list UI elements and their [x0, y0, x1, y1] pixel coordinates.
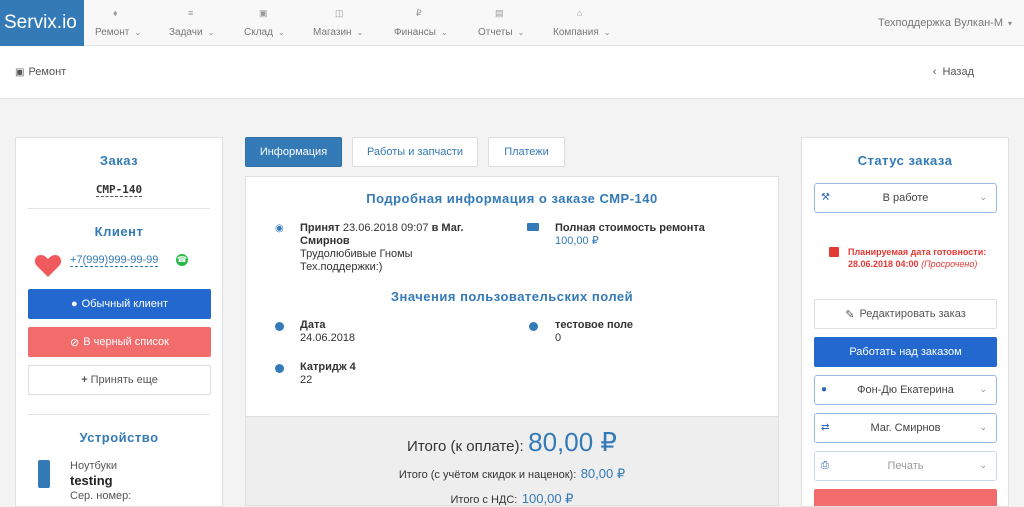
total-with-discounts: Итого (с учётом скидок и наценок): 80,00…: [398, 466, 626, 481]
custom-field-cartridge: Катридж 4 22: [300, 361, 356, 386]
accept-more-button[interactable]: + Принять еще: [28, 365, 211, 395]
client-phone-link[interactable]: +7(999)999-99-99: [70, 254, 159, 267]
serial-label: Сер. номер:: [70, 490, 132, 502]
print-select[interactable]: ⎙ Печать ⌄: [814, 451, 997, 481]
ban-icon: ⊘: [70, 336, 80, 349]
chart-icon: ▤: [495, 8, 504, 18]
heart-icon: [34, 254, 62, 278]
chevron-down-icon: ⌄: [134, 28, 142, 37]
chevron-down-icon: ⌄: [277, 28, 285, 37]
divider: [28, 208, 210, 209]
order-title: Заказ: [99, 153, 139, 168]
tab-payments[interactable]: Платежи: [488, 137, 565, 167]
blacklist-button[interactable]: ⊘ В черный список: [28, 327, 211, 357]
nav-tasks[interactable]: ≡ Задачи ⌄: [169, 0, 229, 46]
regular-client-button[interactable]: ● Обычный клиент: [28, 289, 211, 319]
support-menu[interactable]: Техподдержка Вулкан-М ▾: [878, 17, 1012, 29]
field-dot: [275, 322, 284, 331]
device-icon: [38, 460, 50, 488]
device-name: testing: [70, 473, 113, 488]
totals-section: Итого (к оплате): 80,00 ₽ Итого (с учёто…: [246, 416, 778, 505]
accepted-info: Принят 23.06.2018 09:07 в Маг. Смирнов Т…: [300, 222, 464, 273]
tag-icon: ♦: [113, 8, 118, 18]
order-status-panel: Статус заказа ⚒ В работе ⌄ Планируемая д…: [801, 137, 1009, 507]
total-payable: Итого (к оплате): 80,00 ₽: [407, 427, 617, 457]
ruble-icon: ₽: [416, 8, 422, 18]
order-client-panel: Заказ СМР-140 Клиент +7(999)999-99-99 ☎ …: [15, 137, 223, 507]
tab-info[interactable]: Информация: [245, 137, 342, 167]
order-info-panel: Подробная информация о заказе СМР-140 ◉ …: [245, 176, 779, 506]
home-icon: ⌂: [577, 8, 583, 18]
chevron-down-icon: ⌄: [979, 192, 987, 202]
total-with-vat: Итого с НДС: 100,00 ₽: [450, 491, 574, 506]
user-icon: ●: [821, 384, 828, 395]
repair-icon: ▣: [15, 67, 25, 78]
field-dot: [275, 364, 284, 373]
work-on-order-button[interactable]: Работать над заказом: [814, 337, 997, 367]
nav-company[interactable]: ⌂ Компания ⌄: [553, 0, 623, 46]
pencil-icon: ✎: [845, 308, 855, 321]
device-type: Ноутбуки: [70, 460, 117, 472]
transfer-icon: ⇄: [821, 422, 830, 433]
wrench-icon: ⚒: [821, 192, 830, 203]
cart-icon: ◫: [335, 8, 344, 18]
inbox-icon: ▣: [259, 8, 268, 18]
repair-cost: Полная стоимость ремонта 100,00 ₽: [555, 222, 705, 247]
location-pin-icon: ◉: [275, 223, 284, 234]
chevron-down-icon: ⌄: [979, 460, 987, 470]
nav-shop[interactable]: ◫ Магазин ⌄: [313, 0, 378, 46]
back-button[interactable]: ‹ Назад: [933, 66, 974, 78]
calendar-icon: [829, 247, 839, 257]
caret-down-icon: ▾: [1007, 19, 1012, 28]
chevron-down-icon: ⌄: [603, 28, 611, 37]
custom-field-test: тестовое поле 0: [555, 319, 633, 344]
store-select[interactable]: ⇄ Маг. Смирнов ⌄: [814, 413, 997, 443]
chevron-down-icon: ⌄: [517, 28, 525, 37]
edit-order-button[interactable]: ✎ Редактировать заказ: [814, 299, 997, 329]
chevron-left-icon: ‹: [932, 66, 937, 78]
user-icon: ●: [70, 298, 78, 310]
brand-logo[interactable]: Servix.io: [0, 0, 84, 46]
delete-order-button[interactable]: [814, 489, 997, 506]
chevron-down-icon: ⌄: [207, 28, 215, 37]
chevron-down-icon: ⌄: [356, 28, 364, 37]
chevron-down-icon: ⌄: [979, 422, 987, 432]
page-header: ▣ Ремонт ‹ Назад: [0, 46, 1024, 99]
device-title: Устройство: [79, 430, 159, 445]
custom-fields-title: Значения пользовательских полей: [390, 289, 634, 304]
nav-repair[interactable]: ♦ Ремонт ⌄: [95, 0, 155, 46]
nav-reports[interactable]: ▤ Отчеты ⌄: [478, 0, 543, 46]
field-dot: [529, 322, 538, 331]
planned-date: Планируемая дата готовности: 28.06.2018 …: [848, 247, 987, 269]
plus-icon: +: [81, 374, 88, 386]
custom-field-date: Дата 24.06.2018: [300, 319, 356, 344]
chevron-down-icon: ⌄: [440, 28, 448, 37]
master-select[interactable]: ● Фон-Дю Екатерина ⌄: [814, 375, 997, 405]
info-title: Подробная информация о заказе СМР-140: [366, 191, 658, 206]
nav-warehouse[interactable]: ▣ Склад ⌄: [244, 0, 304, 46]
list-icon: ≡: [188, 8, 194, 18]
nav-finance[interactable]: ₽ Финансы ⌄: [394, 0, 459, 46]
status-title: Статус заказа: [857, 153, 953, 168]
whatsapp-icon[interactable]: ☎: [176, 254, 188, 266]
order-number[interactable]: СМР-140: [95, 183, 143, 197]
status-select[interactable]: ⚒ В работе ⌄: [814, 183, 997, 213]
tab-works-parts[interactable]: Работы и запчасти: [352, 137, 478, 167]
printer-icon: ⎙: [821, 460, 829, 471]
breadcrumb: ▣ Ремонт: [15, 66, 67, 78]
divider: [28, 414, 210, 415]
credit-card-icon: [527, 223, 539, 231]
top-navbar: Servix.io ♦ Ремонт ⌄ ≡ Задачи ⌄ ▣ Склад ⌄ ◫…: [0, 0, 1024, 46]
chevron-down-icon: ⌄: [979, 384, 987, 394]
client-title: Клиент: [94, 224, 144, 239]
